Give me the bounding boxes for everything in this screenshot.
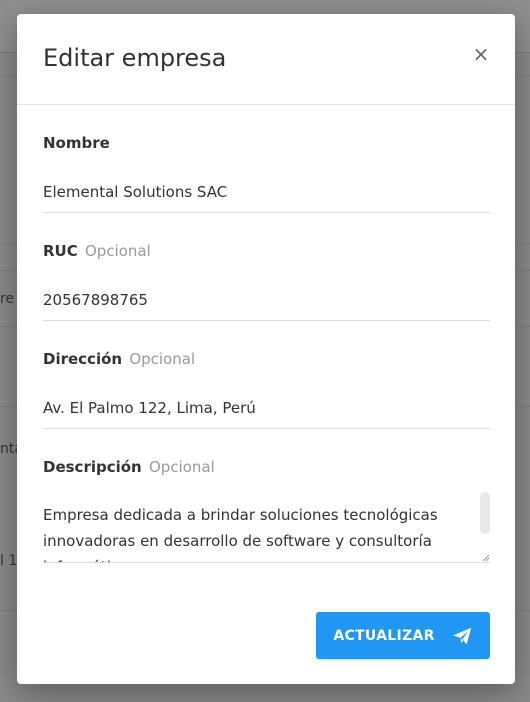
update-button[interactable]: ACTUALIZAR — [316, 612, 490, 659]
description-text: Empresa dedicada a brindar soluciones te… — [43, 506, 438, 562]
modal-header: Editar empresa × — [17, 14, 515, 105]
description-optional-hint: Opcional — [148, 458, 215, 476]
address-label-text: Dirección — [43, 350, 123, 368]
textarea-scrollbar[interactable] — [480, 492, 490, 534]
description-label: Descripción Opcional — [43, 458, 215, 476]
edit-company-modal: Editar empresa × Nombre RUC Opcional Dir… — [17, 14, 515, 684]
name-label: Nombre — [43, 134, 110, 152]
background-text: re — [0, 291, 15, 307]
address-label: Dirección Opcional — [43, 350, 195, 368]
name-label-text: Nombre — [43, 134, 110, 152]
description-label-text: Descripción — [43, 458, 142, 476]
close-icon: × — [472, 42, 490, 66]
ruc-optional-hint: Opcional — [84, 242, 151, 260]
send-icon — [452, 627, 471, 644]
update-button-label: ACTUALIZAR — [333, 627, 435, 644]
close-button[interactable]: × — [469, 42, 493, 66]
ruc-label: RUC Opcional — [43, 242, 151, 260]
address-optional-hint: Opcional — [129, 350, 196, 368]
modal-title: Editar empresa — [43, 44, 227, 72]
ruc-label-text: RUC — [43, 242, 78, 260]
description-textarea[interactable]: Empresa dedicada a brindar soluciones te… — [43, 492, 490, 563]
ruc-input[interactable] — [43, 280, 490, 321]
resize-handle-icon[interactable] — [480, 552, 490, 562]
address-input[interactable] — [43, 388, 490, 429]
background-text: l 1 — [0, 553, 18, 569]
name-input[interactable] — [43, 172, 490, 213]
